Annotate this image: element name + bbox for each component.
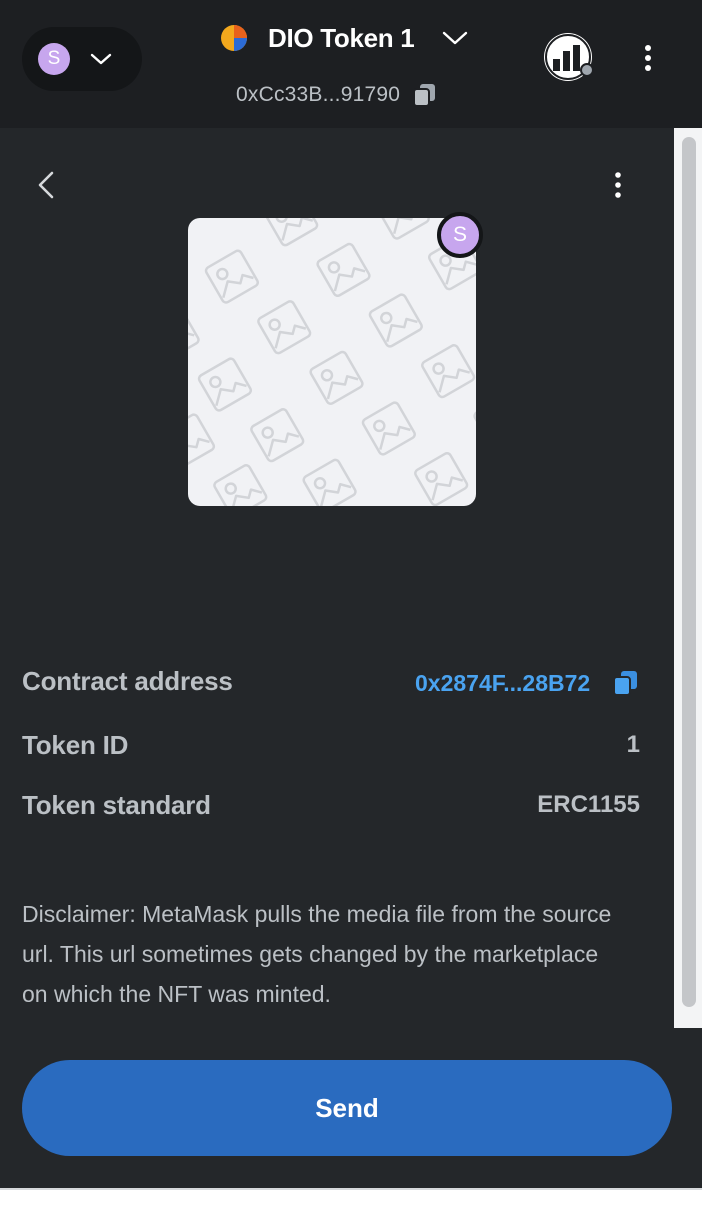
nft-options-kebab-icon[interactable] [606,170,630,200]
account-avatar: S [38,43,70,75]
nft-image [188,218,476,506]
send-button[interactable]: Send [22,1060,672,1156]
kebab-menu-icon[interactable] [636,40,660,76]
chevron-down-icon [90,53,112,65]
network-name: DIO Token 1 [268,22,415,53]
token-id-value: 1 [626,731,640,758]
token-id-label: Token ID [22,730,129,760]
address-text: 0xCc33B...91790 [236,83,401,106]
window-bottom-divider [0,1188,702,1190]
image-placeholder-icon [188,218,476,506]
back-arrow-icon[interactable] [34,170,60,200]
network-picker[interactable]: DIO Token 1 [220,18,482,58]
account-picker[interactable]: S [22,27,142,91]
network-logo-icon [221,25,247,51]
copy-icon[interactable] [612,669,640,697]
token-standard-label: Token standard [22,790,211,820]
chevron-down-icon [443,31,468,45]
account-address[interactable]: 0xCc33B...91790 [236,80,438,110]
disclaimer-text: Disclaimer: MetaMask pulls the media fil… [22,901,612,1007]
token-standard-value: ERC1155 [537,791,640,818]
app-header: S DIO Token 1 0xCc33B...91790 [0,0,702,128]
contract-address-link[interactable]: 0x2874F...28B72 [415,670,590,697]
scrollbar-thumb[interactable] [682,137,696,1007]
nft-details-screen: S DIO Token 1 0xCc33B...91790 S Contract… [0,0,702,1188]
contract-address-label: Contract address [22,666,233,696]
copy-icon[interactable] [412,82,438,108]
connection-status-dot [580,63,594,77]
nft-owner-badge: S [437,212,483,258]
